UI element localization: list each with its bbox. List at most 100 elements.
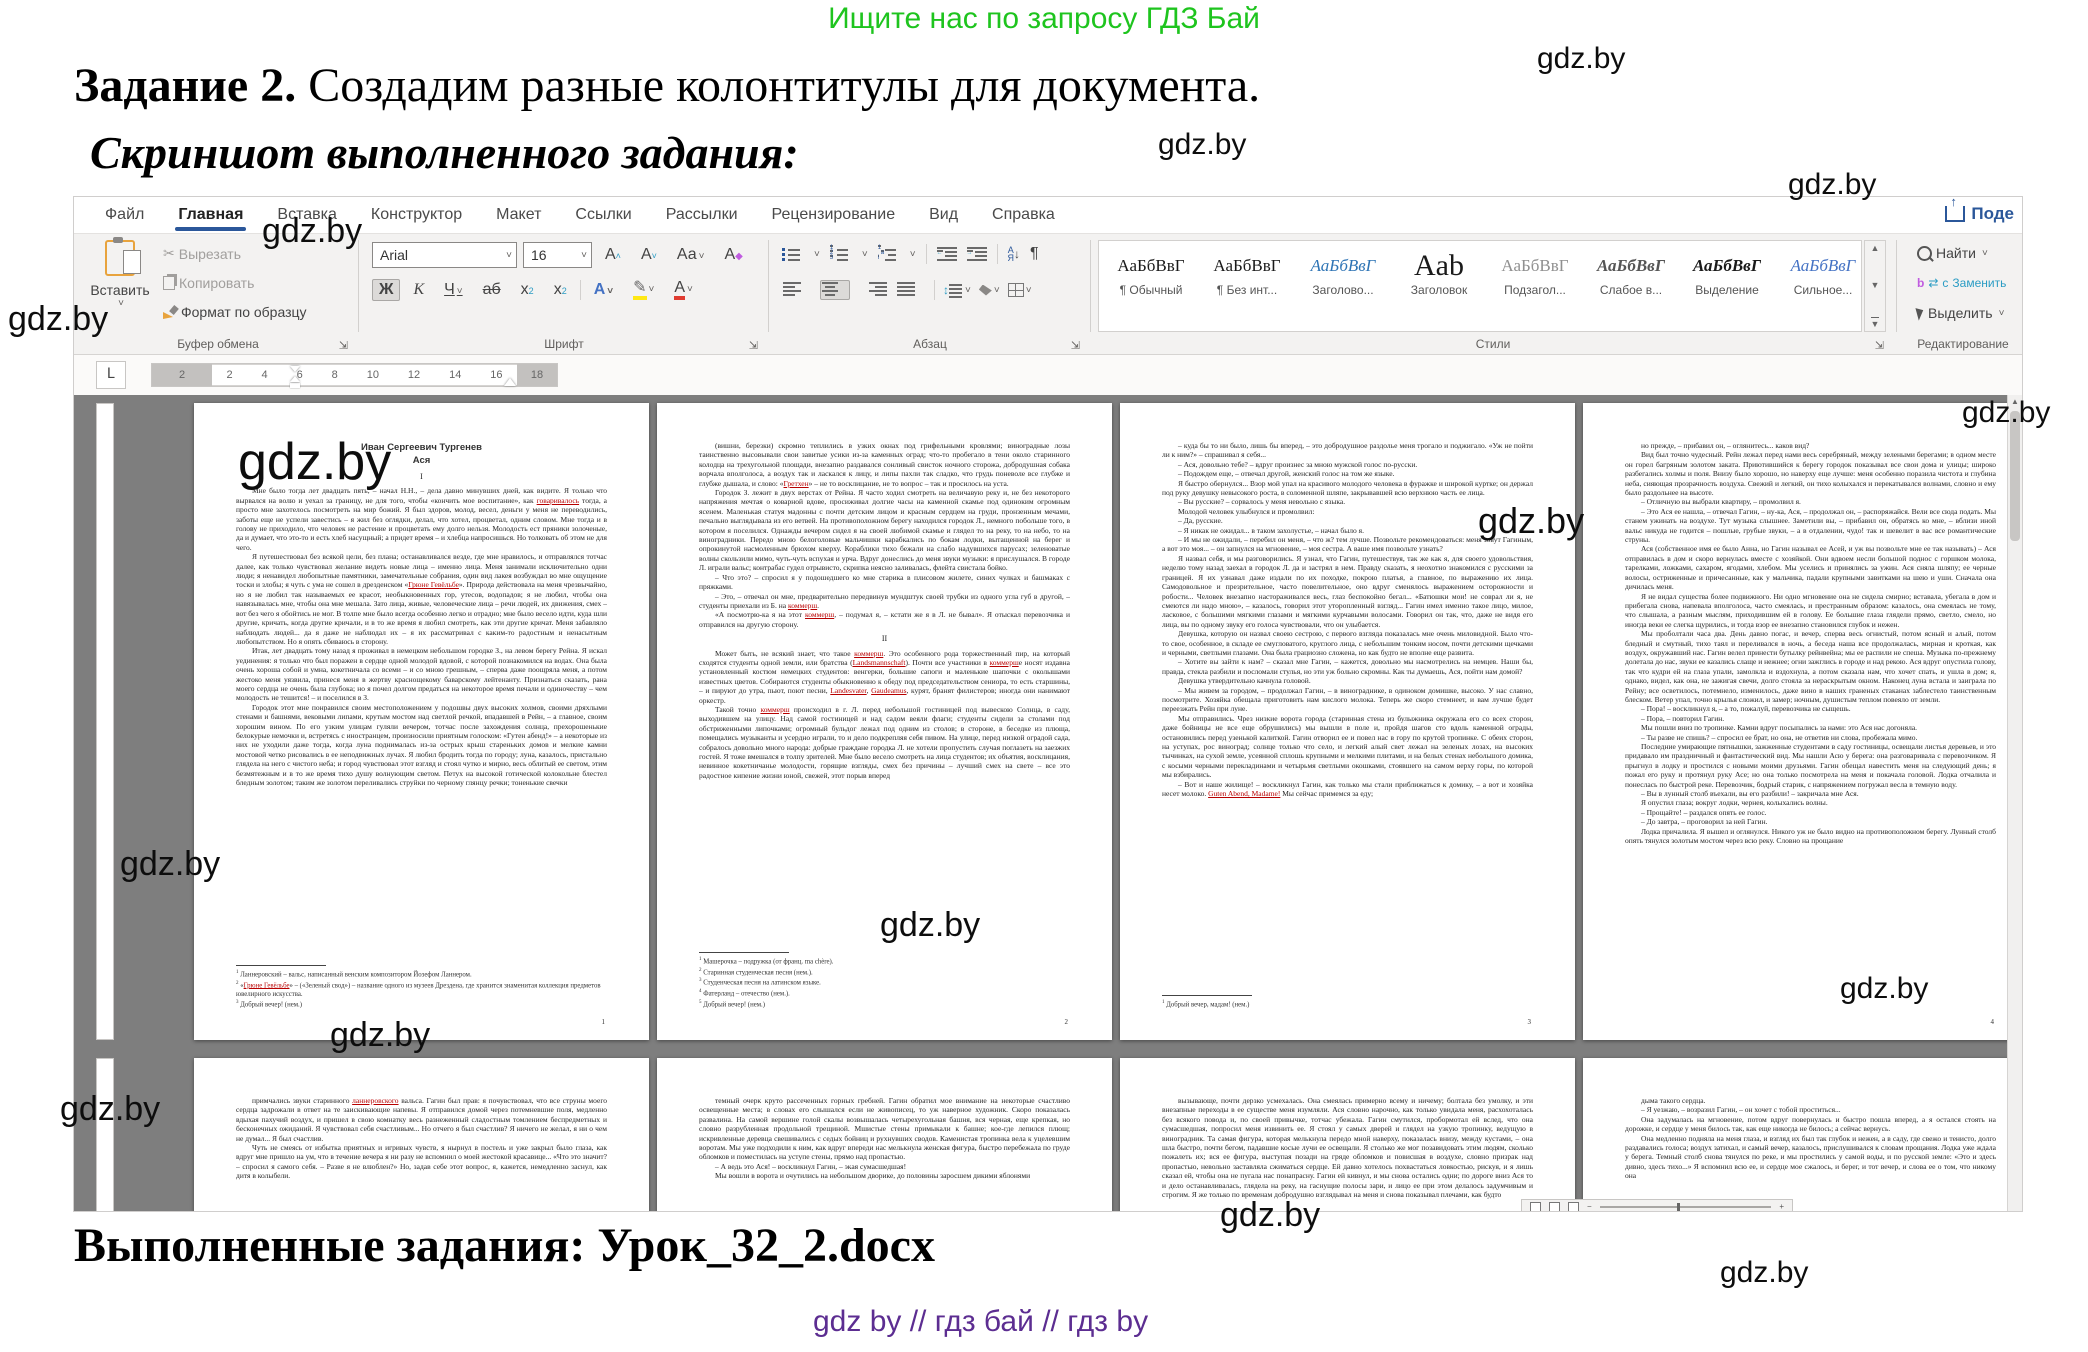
shrink-font-label: А <box>641 246 652 264</box>
horizontal-ruler[interactable]: 2 246810121416 18 <box>151 363 558 387</box>
style-label: ¶ Обычный <box>1105 283 1197 297</box>
tab-Вид[interactable]: Вид <box>912 200 975 230</box>
style-item[interactable]: АabЗаголовок <box>1393 243 1485 329</box>
style-item[interactable]: АаБбВвГ¶ Обычный <box>1105 243 1197 329</box>
dialog-launcher-icon[interactable]: ⇲ <box>339 339 348 352</box>
indent-marker-left[interactable] <box>290 366 300 390</box>
styles-more-icon[interactable]: ▼ <box>1871 317 1880 329</box>
styles-scroll-down-icon[interactable]: ▼ <box>1871 280 1880 290</box>
task-title: Задание 2. Создадим разные колонтитулы д… <box>74 58 1260 113</box>
align-left-button[interactable] <box>782 280 812 300</box>
replace-button[interactable]: b⇄c Заменить <box>1912 273 2011 293</box>
italic-button[interactable]: К <box>406 279 431 301</box>
strikethrough-button[interactable]: аб <box>476 279 508 301</box>
select-button[interactable]: Выделить ˅ <box>1912 302 2009 324</box>
document-paragraph: примчались звуки старинного ланнеровског… <box>236 1096 607 1143</box>
chevron-down-icon[interactable]: ˅ <box>814 249 820 260</box>
clear-formatting-button[interactable]: А◆ <box>717 244 749 266</box>
style-item[interactable]: АаБбВвГСильное... <box>1777 243 1862 329</box>
ruler-number: 2 <box>226 369 232 381</box>
zoom-slider[interactable] <box>1600 1206 1772 1208</box>
tab-Справка[interactable]: Справка <box>975 200 1072 230</box>
page-row-top: 1Иван Сергеевич ТургеневАсяIМне было тог… <box>194 403 2022 1040</box>
tab-Макет[interactable]: Макет <box>479 200 558 230</box>
style-item[interactable]: АаБбВвГПодзагол... <box>1489 243 1581 329</box>
dialog-launcher-icon[interactable]: ⇲ <box>1875 339 1884 352</box>
chevron-down-icon[interactable]: ˅ <box>910 249 916 260</box>
tab-Рассылки[interactable]: Рассылки <box>649 200 755 230</box>
bullet-list-icon[interactable] <box>782 247 802 261</box>
tab-selector[interactable]: L <box>96 361 126 389</box>
justify-button[interactable] <box>896 280 926 300</box>
promo-note: Ищите нас по запросу ГДЗ Бай <box>0 2 2088 36</box>
task-label: Задание 2. <box>74 59 296 112</box>
style-item[interactable]: АаБбВвГВыделение <box>1681 243 1773 329</box>
line-spacing-button[interactable]: ↕˅ <box>943 283 971 297</box>
font-size-select[interactable]: 16 ˅ <box>523 242 592 268</box>
tab-Файл[interactable]: Файл <box>88 200 161 230</box>
decrease-indent-icon[interactable]: ← <box>937 247 957 261</box>
zoom-out-icon[interactable]: − <box>1587 1202 1592 1211</box>
highlight-button[interactable]: ✎˅ <box>626 278 661 302</box>
shrink-font-button[interactable]: А˅ <box>634 244 664 266</box>
copy-button[interactable]: Копировать <box>158 272 259 294</box>
styles-scroll-up-icon[interactable]: ▲ <box>1871 243 1880 253</box>
format-painter-label: Формат по образцу <box>181 304 307 320</box>
chevron-down-icon[interactable]: ˅ <box>862 249 868 260</box>
font-color-button[interactable]: А˅ <box>667 278 700 302</box>
vertical-ruler[interactable]: 24681012141618202224 <box>96 403 114 1040</box>
tab-Ссылки[interactable]: Ссылки <box>558 200 648 230</box>
style-item[interactable]: АаБбВвГСлабое в... <box>1585 243 1677 329</box>
web-layout-icon[interactable] <box>1568 1202 1579 1212</box>
dialog-launcher-icon[interactable]: ⇲ <box>749 339 758 352</box>
document-paragraph: – Ася, довольно тебе? – вдруг произнес з… <box>1162 460 1533 469</box>
font-color-label: А <box>674 280 685 300</box>
show-marks-button[interactable]: ¶ <box>1030 245 1039 263</box>
chevron-down-icon: ˅ <box>1026 285 1032 296</box>
font-family-select[interactable]: Arial ˅ <box>372 242 517 268</box>
footnote: 2 Старинная студенческая песня (нем.). <box>699 967 1070 978</box>
align-right-button[interactable] <box>858 280 888 300</box>
scrollbar-thumb[interactable] <box>2010 411 2020 541</box>
superscript-button[interactable]: x2 <box>547 279 574 301</box>
chevron-down-icon: ˅ <box>994 285 1000 296</box>
text-effects-button[interactable]: А˅ <box>587 279 620 301</box>
multilevel-list-icon[interactable]: 1ai <box>878 247 898 261</box>
ruler-number: 2 <box>96 1073 114 1089</box>
style-item[interactable]: АаБбВвГ¶ Без инт... <box>1201 243 1293 329</box>
borders-button[interactable]: ˅ <box>1008 283 1032 297</box>
align-center-button[interactable] <box>820 280 850 300</box>
shading-button[interactable]: ˅ <box>979 285 1000 296</box>
tab-Конструктор[interactable]: Конструктор <box>354 200 479 230</box>
styles-scrollbar: ▲ ▼ ▼ <box>1864 240 1886 332</box>
tab-Главная[interactable]: Главная <box>161 200 260 230</box>
underline-button[interactable]: Ч˅ <box>437 279 470 301</box>
watermark: gdz.by <box>1962 396 2050 430</box>
zoom-in-icon[interactable]: + <box>1779 1202 1784 1211</box>
dialog-launcher-icon[interactable]: ⇲ <box>1071 339 1080 352</box>
numbered-list-icon[interactable]: 123 <box>830 247 850 261</box>
grow-font-button[interactable]: А˄ <box>598 244 628 266</box>
document-canvas: 24681012141618202224 2 1Иван Сергеевич Т… <box>74 395 2022 1212</box>
document-page: вызывающе, почти дерзко усмехалась. Она … <box>1120 1058 1575 1212</box>
tab-Рецензирование[interactable]: Рецензирование <box>755 200 913 230</box>
find-button[interactable]: Найти ˅ <box>1912 242 1993 264</box>
read-mode-icon[interactable] <box>1530 1202 1541 1212</box>
page-number: 2 <box>1065 1018 1069 1026</box>
cut-button[interactable]: ✂ Вырезать <box>158 242 246 265</box>
vertical-scrollbar[interactable]: ▲ <box>2007 395 2022 1212</box>
subscript-button[interactable]: x2 <box>514 279 541 301</box>
vertical-ruler[interactable]: 2 <box>96 1058 114 1212</box>
print-layout-icon[interactable] <box>1549 1202 1560 1212</box>
replace-c-icon: c <box>1942 276 1948 290</box>
document-paragraph: Мы вошли в ворота и очутились на небольш… <box>699 1171 1070 1180</box>
style-preview: АаБбВвГ <box>1585 249 1677 283</box>
sort-button[interactable]: АЯ ↓ <box>1008 246 1021 262</box>
indent-marker-right[interactable] <box>504 378 516 386</box>
style-item[interactable]: АаБбВвГЗаголово... <box>1297 243 1389 329</box>
share-button[interactable]: Поде <box>1935 200 2016 228</box>
bold-button[interactable]: Ж <box>372 279 400 301</box>
change-case-button[interactable]: Аа˅ <box>670 244 712 266</box>
increase-indent-icon[interactable]: → <box>967 247 987 261</box>
format-painter-button[interactable]: Формат по образцу <box>158 301 312 323</box>
